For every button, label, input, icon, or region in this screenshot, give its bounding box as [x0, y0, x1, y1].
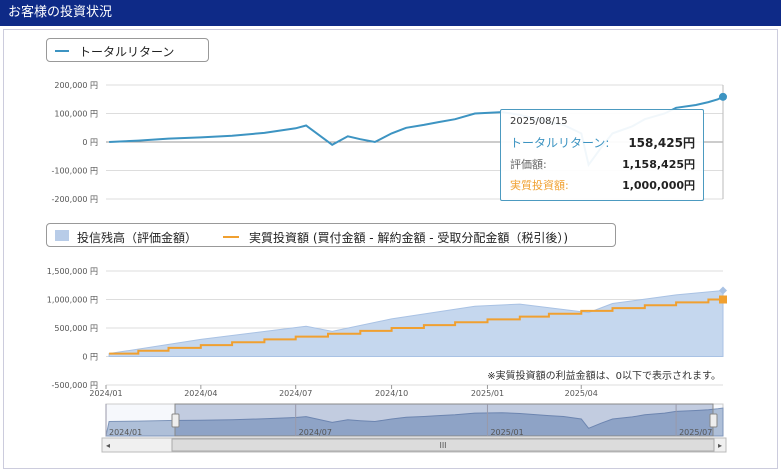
tooltip: 2025/08/15 トータルリターン: 158,425円 評価額: 1,158… [500, 109, 704, 201]
return-y-tick-label: 0 円 [82, 138, 98, 147]
x-tick-label: 2025/04 [565, 389, 598, 398]
navigator-selection [174, 403, 714, 437]
tooltip-invested-label: 実質投資額: [510, 179, 569, 192]
balance-y-tick-label: 0 円 [82, 353, 98, 362]
x-tick-label: 2024/04 [184, 389, 217, 398]
navigator-x-label: 2024/07 [299, 428, 332, 437]
return-y-tick-label: -200,000 円 [51, 195, 98, 204]
tooltip-date: 2025/08/15 [510, 116, 568, 127]
scrollbar-right-arrow[interactable]: ▸ [718, 441, 722, 450]
return-current-point [719, 92, 727, 101]
invested-current-point [719, 295, 727, 304]
balance-y-tick-label: 500,000 円 [54, 324, 98, 333]
tooltip-return-label: トータルリターン: [510, 136, 610, 150]
charts-canvas: 200,000 円 100,000 円 0 円 -100,000 円 -200,000 … [47, 81, 727, 453]
return-y-tick-label: -100,000 円 [51, 167, 98, 176]
tooltip-return-value: 158,425円 [628, 136, 695, 150]
x-tick-label: 2024/07 [279, 389, 312, 398]
return-y-tick-label: 100,000 円 [54, 110, 98, 119]
tooltip-invested-value: 1,000,000円 [622, 179, 695, 192]
balance-y-tick-label: 1,000,000 円 [47, 296, 98, 305]
navigator-x-label: 2025/01 [490, 428, 523, 437]
navigator-right-handle[interactable] [709, 413, 718, 428]
balance-y-tick-label: 1,500,000 円 [47, 267, 98, 276]
return-y-tick-label: 200,000 円 [54, 81, 98, 90]
chart-note: ※実質投資額の利益金額は、0以下で表示されます。 [487, 369, 721, 382]
tooltip-valuation-value: 1,158,425円 [622, 158, 695, 171]
navigator-x-label: 2025/07 [679, 428, 712, 437]
x-tick-label: 2024/10 [375, 389, 408, 398]
x-tick-label: 2024/01 [89, 389, 122, 398]
navigator-x-label: 2024/01 [109, 428, 142, 437]
navigator-left-handle[interactable] [171, 413, 180, 428]
scrollbar-left-arrow[interactable]: ◂ [106, 441, 110, 450]
tooltip-valuation-label: 評価額: [510, 158, 547, 171]
x-tick-label: 2025/01 [471, 389, 504, 398]
scrollbar-grip: III [439, 441, 446, 450]
